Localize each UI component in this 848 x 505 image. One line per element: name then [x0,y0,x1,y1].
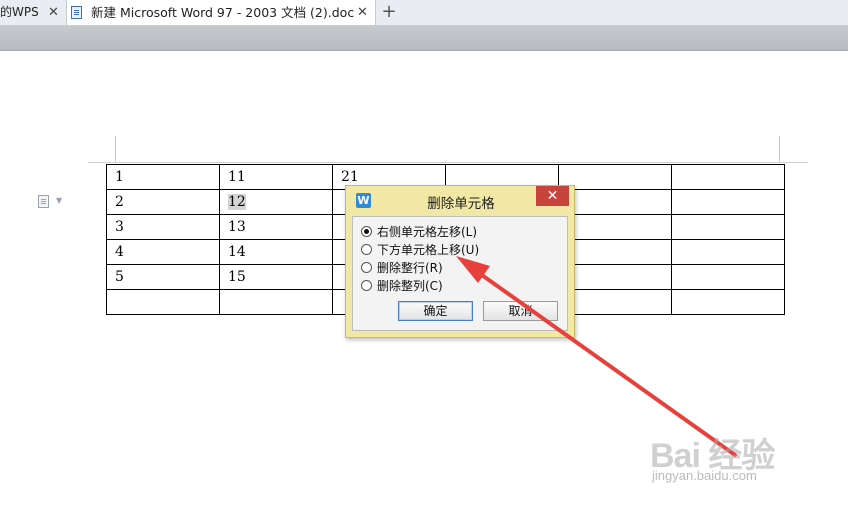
table-cell-text: 2 [115,194,124,210]
table-cell[interactable] [671,239,785,265]
option-delete-row[interactable]: 删除整行(R) [361,260,443,276]
table-cell[interactable] [671,214,785,240]
option-shift-left-label: 右侧单元格左移(L) [377,225,478,239]
option-delete-row-label: 删除整行(R) [377,261,443,275]
table-cell-text: 3 [115,219,124,235]
table-cell[interactable]: 2 [106,189,220,215]
tab-previous-label: 的WPS [0,5,39,19]
tab-active-close-icon[interactable]: ✕ [357,0,368,25]
table-cell[interactable] [558,289,672,315]
option-shift-left[interactable]: 右侧单元格左移(L) [361,224,477,240]
margin-left-mark [115,136,116,162]
radio-shift-up[interactable] [361,244,372,255]
margin-top-line [88,162,808,163]
tab-previous-close-icon[interactable]: ✕ [48,0,59,25]
table-cell[interactable] [671,189,785,215]
table-cell[interactable]: 11 [219,164,333,190]
dialog-close-icon[interactable]: ✕ [536,186,569,206]
radio-delete-column[interactable] [361,280,372,291]
radio-shift-left[interactable] [361,226,372,237]
tab-bar: 的WPS ✕ 新建 Microsoft Word 97 - 2003 文档 (2… [0,0,848,26]
table-cell-text: 15 [228,269,246,285]
table-cell[interactable] [671,164,785,190]
table-cell[interactable] [558,239,672,265]
table-cell-text: 1 [115,169,124,185]
dialog-options-panel: 右侧单元格左移(L) 下方单元格上移(U) 删除整行(R) 删除整列(C) 确定… [352,216,568,331]
table-cell-text: 21 [341,169,359,185]
table-cell[interactable] [558,264,672,290]
table-cell[interactable]: 5 [106,264,220,290]
tab-previous[interactable]: 的WPS ✕ [0,0,66,25]
table-cell-text: 4 [115,244,124,260]
tab-active-label: 新建 Microsoft Word 97 - 2003 文档 (2).doc [91,5,355,20]
new-tab-button[interactable]: + [378,0,400,25]
table-cell[interactable] [219,289,333,315]
cancel-button[interactable]: 取消 [483,301,558,321]
table-cell[interactable]: 15 [219,264,333,290]
table-cell[interactable] [558,164,672,190]
table-cell[interactable]: 4 [106,239,220,265]
table-cell[interactable] [671,264,785,290]
table-cell-text: 12 [228,194,246,210]
radio-delete-row[interactable] [361,262,372,273]
table-cell[interactable]: 14 [219,239,333,265]
baidu-watermark-url: jingyan.baidu.com [652,468,757,483]
table-cell[interactable] [106,289,220,315]
option-shift-up-label: 下方单元格上移(U) [377,243,480,257]
table-cell[interactable] [671,289,785,315]
table-cell[interactable]: 12 [219,189,333,215]
tab-active-document[interactable]: 新建 Microsoft Word 97 - 2003 文档 (2).doc ✕ [66,0,376,25]
delete-cells-dialog: W 删除单元格 ✕ 右侧单元格左移(L) 下方单元格上移(U) 删除整行(R) … [345,185,575,338]
option-delete-column-label: 删除整列(C) [377,279,443,293]
page-dropdown-icon[interactable]: ▼ [56,196,62,205]
table-cell-text: 11 [228,169,246,185]
table-cell-text: 13 [228,219,246,235]
table-cell[interactable] [558,214,672,240]
table-cell[interactable]: 1 [106,164,220,190]
table-cell-text: 5 [115,269,124,285]
document-icon [71,6,82,19]
table-cell-text: 14 [228,244,246,260]
option-shift-up[interactable]: 下方单元格上移(U) [361,242,479,258]
toolbar-strip [0,26,848,51]
table-cell[interactable]: 3 [106,214,220,240]
page-outline-icon[interactable] [38,195,49,208]
ok-button[interactable]: 确定 [398,301,473,321]
option-delete-column[interactable]: 删除整列(C) [361,278,443,294]
table-cell[interactable]: 13 [219,214,333,240]
margin-right-mark [779,136,780,162]
